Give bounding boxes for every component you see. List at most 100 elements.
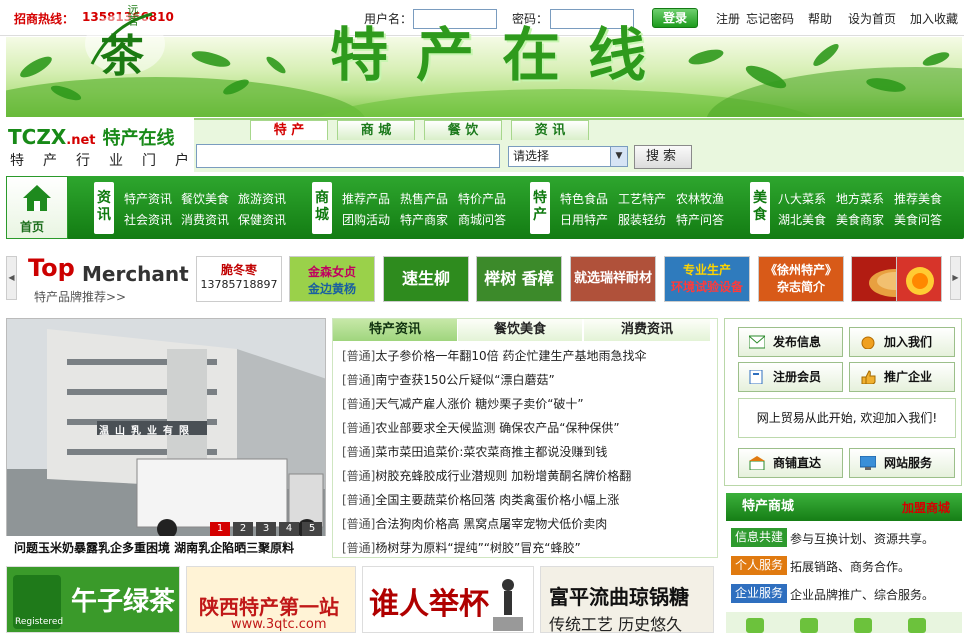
bottom-ad-wuzi-tea[interactable]: 午子绿茶 Registered xyxy=(6,566,180,633)
search-button[interactable]: 搜索 xyxy=(634,145,692,169)
bottom-ad-fuping[interactable]: 富平流曲琼锅糖 传统工艺 历史悠久 xyxy=(540,566,714,633)
merchant-ad[interactable]: 金森女贞 金边黄杨 xyxy=(289,256,375,302)
nav-link[interactable]: 服装轻纺 xyxy=(618,211,666,228)
merchant-ad[interactable]: 专业生产 环境试验设备 xyxy=(664,256,750,302)
nav-link[interactable]: 社会资讯 xyxy=(124,211,172,228)
category-select[interactable]: 请选择 ▼ xyxy=(508,146,628,167)
news-item-tag: [普通] xyxy=(342,469,376,483)
slideshow-image[interactable]: 温山乳业有限 xyxy=(6,318,326,556)
merchant-ad-festive-image[interactable] xyxy=(896,256,942,302)
nav-link[interactable]: 特产问答 xyxy=(676,211,724,228)
thumbs-up-icon xyxy=(861,370,876,384)
news-item-tag: [普通] xyxy=(342,397,376,411)
nav-link[interactable]: 特产资讯 xyxy=(124,190,172,207)
set-homepage-link[interactable]: 设为首页 xyxy=(848,10,896,27)
nav-link[interactable]: 商城问答 xyxy=(458,211,506,228)
news-item[interactable]: [普通]树胶充蜂胶成行业潜规则 加粉增黄酮名牌价格翻 xyxy=(342,467,631,484)
nav-link[interactable]: 团购活动 xyxy=(342,211,390,228)
merchant-ad[interactable]: 《徐州特产》 杂志简介 xyxy=(758,256,844,302)
nav-link[interactable]: 工艺特产 xyxy=(618,190,666,207)
news-item-tag: [普通] xyxy=(342,517,376,531)
service-text: 企业品牌推广、综合服务。 xyxy=(790,588,935,602)
site-logo[interactable]: TCZX.net 特产在线 xyxy=(8,124,174,150)
news-tab-specialty[interactable]: 特产资讯 xyxy=(333,319,457,341)
slide-page-2[interactable]: 2 xyxy=(233,522,253,536)
search-tab-specialty[interactable]: 特 产 xyxy=(250,120,328,140)
news-item[interactable]: [普通]杨树芽为原料“提纯”“树胶”冒充“蜂胶” xyxy=(342,539,581,556)
merchant-ad[interactable]: 榉树 香樟 xyxy=(476,256,562,302)
nav-link[interactable]: 热售产品 xyxy=(400,190,448,207)
news-item-title: 树胶充蜂胶成行业潜规则 加粉增黄酮名牌价格翻 xyxy=(375,469,632,483)
nav-link[interactable]: 餐饮美食 xyxy=(181,190,229,207)
register-member-button[interactable]: 注册会员 xyxy=(738,362,843,392)
publish-info-button[interactable]: 发布信息 xyxy=(738,327,843,357)
slide-page-1[interactable]: 1 xyxy=(210,522,230,536)
forgot-password-link[interactable]: 忘记密码 xyxy=(746,10,794,27)
portal-label: 特产行业门户 xyxy=(10,153,208,169)
nav-link[interactable]: 特色食品 xyxy=(560,190,608,207)
search-tab-dining[interactable]: 餐 饮 xyxy=(424,120,502,140)
nav-link[interactable]: 美食问答 xyxy=(894,211,942,228)
nav-link[interactable]: 日用特产 xyxy=(560,211,608,228)
news-item[interactable]: [普通]南宁查获150公斤疑似“漂白蘑菇” xyxy=(342,371,555,388)
join-us-button[interactable]: 加入我们 xyxy=(849,327,955,357)
site-service-label: 网站服务 xyxy=(884,456,933,470)
slide-page-5[interactable]: 5 xyxy=(302,522,322,536)
help-link[interactable]: 帮助 xyxy=(808,10,832,27)
slideshow-caption[interactable]: 问题玉米奶暴露乳企多重困境 湖南乳企陷晒三聚原料 xyxy=(6,536,326,556)
news-item[interactable]: [普通]菜市菜田追菜价:菜农菜商推主都说没赚到钱 xyxy=(342,443,607,460)
service-tag-info[interactable]: 信息共建 xyxy=(731,528,787,547)
slide-page-4[interactable]: 4 xyxy=(279,522,299,536)
nav-link[interactable]: 美食商家 xyxy=(836,211,884,228)
nav-link[interactable]: 保健资讯 xyxy=(238,211,286,228)
search-tab-mall[interactable]: 商 城 xyxy=(337,120,415,140)
mall-icons-row xyxy=(726,612,962,633)
search-tab-news[interactable]: 资 讯 xyxy=(511,120,589,140)
news-item-tag: [普通] xyxy=(342,349,376,363)
medal-icon xyxy=(861,336,875,349)
nav-link[interactable]: 推荐美食 xyxy=(894,190,942,207)
service-tag-personal[interactable]: 个人服务 xyxy=(731,556,787,575)
nav-link[interactable]: 农林牧渔 xyxy=(676,190,724,207)
register-icon xyxy=(749,370,763,384)
bottom-ad-sub: www.3qtc.com xyxy=(231,617,327,632)
join-mall-link[interactable]: 加盟商城 xyxy=(902,499,950,516)
news-item[interactable]: [普通]天气减产雇人涨价 糖炒栗子卖价“破十” xyxy=(342,395,584,412)
service-tag-enterprise[interactable]: 企业服务 xyxy=(731,584,787,603)
bottom-ad-shaanxi[interactable]: 陕西特产第一站 www.3qtc.com xyxy=(186,566,356,633)
news-tab-consumer[interactable]: 消费资讯 xyxy=(584,319,710,341)
nav-link[interactable]: 特产商家 xyxy=(400,211,448,228)
merchant-ad[interactable]: 脆冬枣 13785718897 xyxy=(196,256,282,302)
nav-link[interactable]: 特价产品 xyxy=(458,190,506,207)
shop-direct-label: 商铺直达 xyxy=(773,456,822,470)
news-item[interactable]: [普通]太子参价格一年翻10倍 药企忙建生产基地雨急找伞 xyxy=(342,347,646,364)
scroll-left-arrow-icon[interactable]: ◀ xyxy=(6,256,17,300)
bottom-ad-cheers[interactable]: 谁人举杯 xyxy=(362,566,534,633)
nav-link[interactable]: 八大菜系 xyxy=(778,190,826,207)
news-item[interactable]: [普通]全国主要蔬菜价格回落 肉类禽蛋价格小幅上涨 xyxy=(342,491,619,508)
news-item[interactable]: [普通]农业部要求全天候监测 确保农产品“保种保供” xyxy=(342,419,620,436)
nav-link[interactable]: 消费资讯 xyxy=(181,211,229,228)
site-service-button[interactable]: 网站服务 xyxy=(849,448,955,478)
news-item[interactable]: [普通]合法狗肉价格高 黑窝点屠宰宠物犬低价卖肉 xyxy=(342,515,607,532)
promote-company-button[interactable]: 推广企业 xyxy=(849,362,955,392)
scroll-right-arrow-icon[interactable]: ▶ xyxy=(950,256,961,300)
building-sign: 温山乳业有限 xyxy=(99,426,195,437)
shop-direct-button[interactable]: 商铺直达 xyxy=(738,448,843,478)
nav-tag-mall: 商城 xyxy=(312,182,332,234)
nav-link[interactable]: 推荐产品 xyxy=(342,190,390,207)
site-logo-main: TCZX xyxy=(8,125,67,149)
add-favorite-link[interactable]: 加入收藏 xyxy=(910,10,958,27)
news-item-tag: [普通] xyxy=(342,421,376,435)
nav-link[interactable]: 湖北美食 xyxy=(778,211,826,228)
search-input[interactable] xyxy=(196,144,500,168)
nav-link[interactable]: 地方菜系 xyxy=(836,190,884,207)
slide-page-3[interactable]: 3 xyxy=(256,522,276,536)
merchant-ad[interactable]: 就选瑞祥耐材 xyxy=(570,256,656,302)
register-link[interactable]: 注册 xyxy=(716,10,740,27)
brand-recommend-link[interactable]: 特产品牌推荐>> xyxy=(34,288,126,305)
news-item-title: 南宁查获150公斤疑似“漂白蘑菇” xyxy=(375,373,555,387)
merchant-ad[interactable]: 速生柳 xyxy=(383,256,469,302)
news-tab-dining[interactable]: 餐饮美食 xyxy=(458,319,582,341)
nav-link[interactable]: 旅游资讯 xyxy=(238,190,286,207)
